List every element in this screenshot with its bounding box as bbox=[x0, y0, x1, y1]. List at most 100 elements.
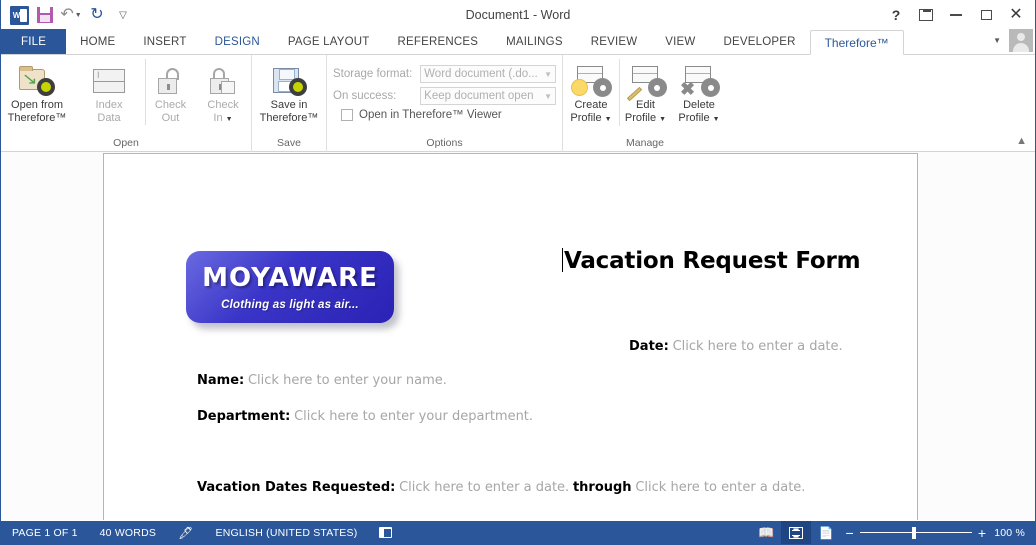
chevron-down-icon: ▼ bbox=[659, 116, 667, 123]
check-in-button[interactable]: Check In ▼ bbox=[195, 59, 251, 126]
quick-access-toolbar: W ↶ ▼ ↻ ▽ bbox=[1, 3, 135, 27]
status-bar: PAGE 1 OF 1 40 WORDS 🖋 ENGLISH (UNITED S… bbox=[1, 521, 1035, 544]
zoom-slider-thumb[interactable] bbox=[911, 526, 916, 539]
button-label-line2: Profile ▼ bbox=[678, 112, 719, 126]
ribbon-display-options-button[interactable] bbox=[911, 2, 941, 28]
group-label-options: Options bbox=[426, 137, 463, 149]
delete-profile-icon: ✖ bbox=[679, 63, 719, 99]
document-title[interactable]: Vacation Request Form bbox=[562, 248, 861, 274]
help-button[interactable]: ? bbox=[881, 2, 911, 28]
tab-therefore[interactable]: Therefore™ bbox=[809, 30, 904, 55]
on-success-row: On success: Keep document open ▼ bbox=[333, 87, 556, 105]
storage-format-row: Storage format: Word document (.do... ▼ bbox=[333, 65, 556, 83]
department-field-line: Department: Click here to enter your dep… bbox=[197, 408, 533, 424]
vacation-dates-field-line: Vacation Dates Requested: Click here to … bbox=[197, 479, 805, 495]
save-button[interactable] bbox=[33, 3, 57, 27]
zoom-out-button[interactable]: − bbox=[845, 526, 853, 540]
logo-tagline: Clothing as light as air... bbox=[221, 299, 359, 311]
chevron-down-icon: ▼ bbox=[225, 116, 233, 123]
group-label-manage: Manage bbox=[626, 137, 664, 149]
print-layout-icon bbox=[789, 526, 804, 539]
zoom-in-button[interactable]: + bbox=[978, 526, 986, 540]
maximize-icon bbox=[980, 10, 992, 20]
check-out-button[interactable]: Check Out bbox=[145, 59, 195, 125]
tab-insert[interactable]: INSERT bbox=[129, 29, 200, 54]
date-label: Date: bbox=[629, 339, 669, 354]
button-label-line1: Delete bbox=[683, 99, 715, 111]
redo-button[interactable]: ↻ bbox=[85, 3, 109, 27]
document-canvas[interactable]: MOYAWARE Clothing as light as air... Vac… bbox=[1, 152, 1035, 520]
undo-icon: ↶ bbox=[60, 6, 74, 23]
avatar[interactable] bbox=[1009, 29, 1033, 52]
macro-recording-button[interactable] bbox=[368, 521, 403, 544]
minimize-button[interactable] bbox=[941, 2, 971, 28]
chevron-down-icon: ▼ bbox=[74, 11, 82, 19]
button-label-text: Profile bbox=[678, 112, 710, 124]
vacation-to-content-control[interactable]: Click here to enter a date. bbox=[635, 480, 805, 495]
button-label-line2: Out bbox=[161, 112, 180, 124]
vacation-from-content-control[interactable]: Click here to enter a date. bbox=[399, 480, 569, 495]
customize-qat-button[interactable]: ▽ bbox=[111, 3, 135, 27]
save-in-therefore-button[interactable]: Save in Therefore™ bbox=[252, 59, 326, 125]
chevron-down-icon: ▼ bbox=[712, 116, 720, 123]
open-from-therefore-button[interactable]: ↘ Open from Therefore™ bbox=[1, 59, 73, 125]
department-content-control[interactable]: Click here to enter your department. bbox=[294, 409, 533, 424]
button-label-line1: Open from bbox=[11, 99, 63, 111]
tab-references[interactable]: REFERENCES bbox=[384, 29, 493, 54]
ribbon-group-manage: Create Profile ▼ Edit Profile ▼ ✖ Delete… bbox=[563, 55, 727, 152]
window-controls: ? ✕ bbox=[881, 2, 1035, 28]
word-app-icon[interactable]: W bbox=[7, 3, 31, 27]
index-data-icon bbox=[93, 63, 125, 99]
minimize-icon bbox=[950, 14, 962, 16]
check-out-icon bbox=[156, 63, 186, 99]
on-success-value: Keep document open bbox=[424, 90, 534, 102]
open-from-therefore-icon: ↘ bbox=[19, 63, 55, 99]
vacation-dates-label: Vacation Dates Requested: bbox=[197, 480, 396, 495]
tab-review[interactable]: REVIEW bbox=[577, 29, 652, 54]
tab-home[interactable]: HOME bbox=[66, 29, 129, 54]
view-read-mode-button[interactable]: 📖 bbox=[751, 521, 781, 544]
index-data-button[interactable]: Index Data bbox=[73, 59, 145, 125]
tab-file[interactable]: FILE bbox=[1, 29, 67, 54]
storage-format-dropdown[interactable]: Word document (.do... ▼ bbox=[420, 65, 556, 83]
date-content-control[interactable]: Click here to enter a date. bbox=[673, 339, 843, 354]
word-count[interactable]: 40 WORDS bbox=[89, 521, 167, 544]
maximize-button[interactable] bbox=[971, 2, 1001, 28]
view-web-layout-button[interactable]: 📄 bbox=[811, 521, 841, 544]
chevron-down-icon: ▽ bbox=[119, 9, 127, 21]
moyaware-logo[interactable]: MOYAWARE Clothing as light as air... bbox=[186, 251, 394, 323]
zoom-level-label[interactable]: 100 % bbox=[994, 527, 1035, 539]
tab-view[interactable]: VIEW bbox=[651, 29, 709, 54]
undo-button[interactable]: ↶ ▼ bbox=[59, 3, 83, 27]
chevron-down-icon[interactable]: ▼ bbox=[985, 36, 1009, 45]
create-profile-button[interactable]: Create Profile ▼ bbox=[563, 59, 619, 126]
document-title-text: Vacation Request Form bbox=[564, 248, 861, 274]
name-content-control[interactable]: Click here to enter your name. bbox=[248, 373, 447, 388]
edit-profile-button[interactable]: Edit Profile ▼ bbox=[619, 59, 671, 126]
open-in-viewer-checkbox-row[interactable]: Open in Therefore™ Viewer bbox=[333, 109, 556, 121]
tab-design[interactable]: DESIGN bbox=[201, 29, 274, 54]
language-indicator[interactable]: ENGLISH (UNITED STATES) bbox=[205, 521, 369, 544]
ribbon-tab-strip: FILE HOME INSERT DESIGN PAGE LAYOUT REFE… bbox=[1, 29, 1035, 55]
close-button[interactable]: ✕ bbox=[1001, 2, 1031, 28]
page-indicator[interactable]: PAGE 1 OF 1 bbox=[1, 521, 89, 544]
button-label-line1: Edit bbox=[636, 99, 655, 111]
view-print-layout-button[interactable] bbox=[781, 521, 812, 544]
view-and-zoom-controls: 📖 📄 − + 100 % bbox=[751, 521, 1035, 544]
department-label: Department: bbox=[197, 409, 291, 424]
tab-developer[interactable]: DEVELOPER bbox=[709, 29, 809, 54]
on-success-dropdown[interactable]: Keep document open ▼ bbox=[420, 87, 556, 105]
web-layout-icon: 📄 bbox=[818, 525, 835, 540]
tab-page-layout[interactable]: PAGE LAYOUT bbox=[274, 29, 384, 54]
button-label-line2: Data bbox=[97, 112, 121, 124]
collapse-ribbon-button[interactable]: ▲ bbox=[1016, 135, 1027, 147]
open-in-viewer-checkbox[interactable] bbox=[341, 109, 353, 121]
ribbon: ↘ Open from Therefore™ Index Data Check … bbox=[1, 55, 1035, 152]
proofing-status-button[interactable]: 🖋 bbox=[167, 521, 204, 544]
document-page[interactable]: MOYAWARE Clothing as light as air... Vac… bbox=[103, 153, 918, 520]
button-label-line1: Check bbox=[154, 99, 187, 111]
button-label-text: Profile bbox=[624, 112, 657, 124]
tab-mailings[interactable]: MAILINGS bbox=[492, 29, 577, 54]
zoom-slider[interactable] bbox=[859, 526, 972, 539]
delete-profile-button[interactable]: ✖ Delete Profile ▼ bbox=[671, 59, 727, 126]
